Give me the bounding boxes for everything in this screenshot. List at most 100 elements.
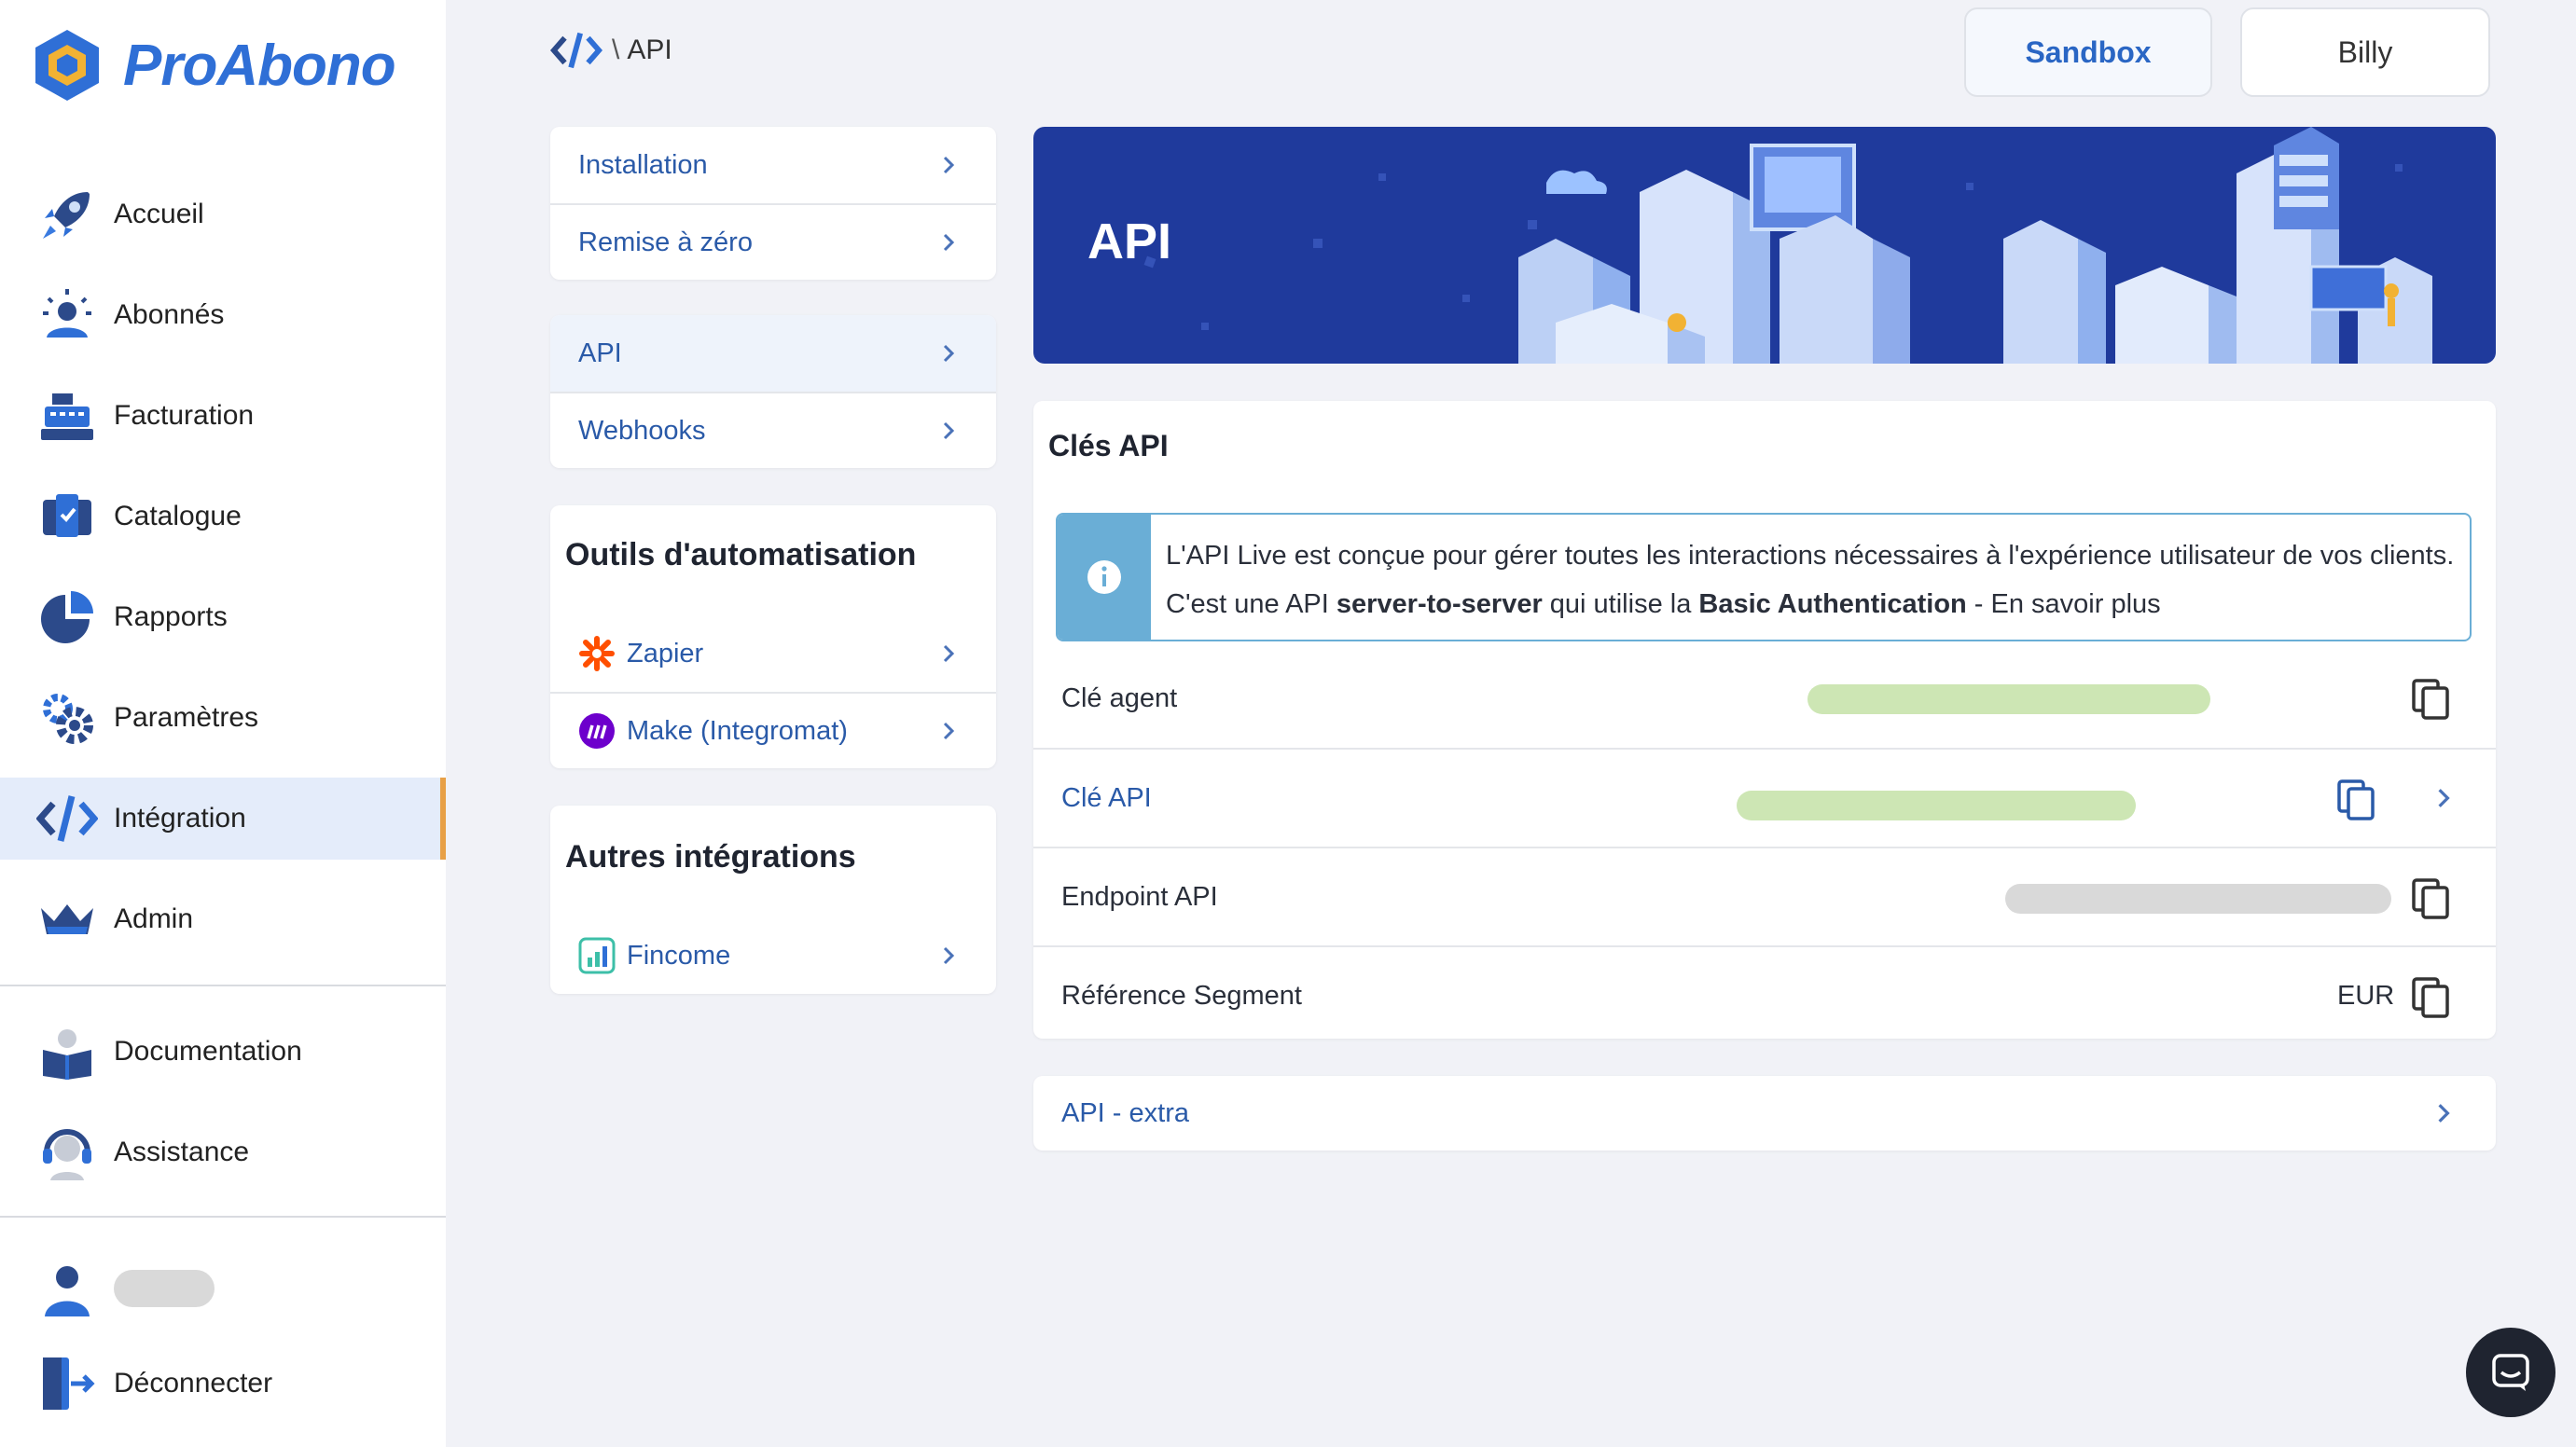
sidebar-item-label: Assistance bbox=[114, 1137, 250, 1167]
zapier-icon bbox=[579, 636, 615, 671]
endpoint-value-redacted bbox=[2005, 884, 2391, 914]
make-icon bbox=[579, 713, 615, 749]
sidebar-item-label: Rapports bbox=[114, 601, 228, 632]
banner-title: API bbox=[1087, 214, 1172, 269]
sidebar-item-rapports[interactable]: Rapports bbox=[0, 576, 446, 658]
sidebar-item-label: Facturation bbox=[114, 400, 255, 431]
logout-button[interactable]: Déconnecter bbox=[0, 1343, 446, 1425]
sidebar: ProAbono Accueil Abonnés Facturation Cat… bbox=[0, 0, 446, 1447]
chevron-right-icon bbox=[943, 233, 955, 252]
other-integrations-card: Autres intégrations Fincome bbox=[550, 806, 996, 994]
sidebar-item-abonnes[interactable]: Abonnés bbox=[0, 274, 446, 356]
user-name-redacted bbox=[114, 1270, 215, 1307]
sidebar-item-accueil[interactable]: Accueil bbox=[0, 173, 446, 255]
learn-more-link[interactable]: - En savoir plus bbox=[1967, 589, 2161, 619]
sidebar-item-assistance[interactable]: Assistance bbox=[0, 1111, 446, 1193]
endpoint-row: Endpoint API bbox=[1033, 847, 2496, 945]
chevron-right-icon bbox=[2438, 1104, 2450, 1123]
sidebar-item-catalogue[interactable]: Catalogue bbox=[0, 475, 446, 558]
info-line-1: L'API Live est conçue pour gérer toutes … bbox=[1166, 541, 2455, 571]
sidebar-item-documentation[interactable]: Documentation bbox=[0, 1011, 446, 1093]
api-keys-title: Clés API bbox=[1048, 429, 1169, 462]
subnav-label: API bbox=[578, 338, 622, 368]
api-key-value-redacted bbox=[1737, 791, 2136, 820]
subnav-installation[interactable]: Installation bbox=[550, 127, 996, 203]
endpoint-label: Endpoint API bbox=[1061, 881, 1218, 912]
sidebar-divider bbox=[0, 985, 446, 986]
catalog-icon bbox=[34, 483, 101, 550]
agent-key-label: Clé agent bbox=[1061, 682, 1178, 713]
subnav-group-setup: Installation Remise à zéro bbox=[550, 127, 996, 280]
avatar bbox=[34, 1255, 101, 1322]
sidebar-divider bbox=[0, 1216, 446, 1218]
chat-launcher-button[interactable] bbox=[2466, 1328, 2555, 1417]
info-text: L'API Live est conçue pour gérer toutes … bbox=[1151, 515, 2454, 640]
segment-reference-label: Référence Segment bbox=[1061, 980, 1302, 1011]
users-icon bbox=[34, 282, 101, 349]
other-integrations-title: Autres intégrations bbox=[565, 839, 856, 875]
subnav-label: Installation bbox=[578, 149, 708, 180]
sidebar-item-label: Catalogue bbox=[114, 501, 242, 531]
breadcrumb-current: API bbox=[627, 34, 672, 65]
chevron-right-icon bbox=[943, 644, 955, 663]
segment-reference-value: EUR bbox=[2337, 981, 2395, 1011]
info-icon bbox=[1058, 515, 1151, 640]
sidebar-item-admin[interactable]: Admin bbox=[0, 878, 446, 960]
copy-icon[interactable] bbox=[2408, 677, 2453, 722]
sidebar-item-facturation[interactable]: Facturation bbox=[0, 375, 446, 457]
sandbox-button[interactable]: Sandbox bbox=[1964, 7, 2212, 97]
sidebar-item-label: Accueil bbox=[114, 199, 204, 229]
breadcrumb-separator: \ bbox=[612, 34, 620, 65]
copy-icon[interactable] bbox=[2408, 975, 2453, 1020]
sidebar-item-label: Documentation bbox=[114, 1036, 302, 1067]
tool-zapier[interactable]: Zapier bbox=[550, 615, 996, 692]
sidebar-item-label: Intégration bbox=[114, 803, 246, 834]
subnav-webhooks[interactable]: Webhooks bbox=[550, 392, 996, 468]
info-line-2: C'est une API server-to-server qui utili… bbox=[1166, 589, 2161, 619]
gear-icon bbox=[34, 684, 101, 751]
tool-label: Fincome bbox=[627, 940, 731, 971]
cash-register-icon bbox=[34, 382, 101, 449]
tool-fincome[interactable]: Fincome bbox=[550, 917, 996, 994]
logout-label: Déconnecter bbox=[114, 1368, 273, 1399]
segment-reference-row: Référence Segment EUR bbox=[1033, 945, 2496, 1044]
crown-icon bbox=[34, 886, 101, 953]
api-extra-label: API - extra bbox=[1061, 1097, 1189, 1128]
logout-icon bbox=[34, 1350, 101, 1417]
api-extra-row[interactable]: API - extra bbox=[1033, 1076, 2496, 1151]
isometric-city-illustration bbox=[1143, 127, 2432, 364]
breadcrumb: \ API bbox=[550, 32, 672, 69]
code-icon bbox=[34, 785, 101, 852]
rocket-icon bbox=[34, 181, 101, 248]
chevron-right-icon bbox=[943, 344, 955, 363]
sidebar-item-label: Abonnés bbox=[114, 299, 225, 330]
tool-label: Zapier bbox=[627, 638, 704, 668]
book-icon bbox=[34, 1018, 101, 1085]
api-key-row[interactable]: Clé API bbox=[1033, 748, 2496, 847]
subnav-label: Remise à zéro bbox=[578, 227, 753, 257]
chevron-right-icon bbox=[943, 722, 955, 740]
copy-icon[interactable] bbox=[2408, 876, 2453, 921]
chevron-right-icon bbox=[943, 946, 955, 965]
info-box: L'API Live est conçue pour gérer toutes … bbox=[1056, 513, 2472, 641]
account-button[interactable]: Billy bbox=[2240, 7, 2490, 97]
tool-make[interactable]: Make (Integromat) bbox=[550, 692, 996, 768]
pie-chart-icon bbox=[34, 584, 101, 651]
subnav-remise-a-zero[interactable]: Remise à zéro bbox=[550, 203, 996, 280]
agent-key-value-redacted bbox=[1807, 684, 2210, 714]
sidebar-item-label: Paramètres bbox=[114, 702, 259, 733]
sidebar-item-integration[interactable]: Intégration bbox=[0, 778, 446, 860]
api-banner: API bbox=[1033, 127, 2496, 364]
api-key-label: Clé API bbox=[1061, 782, 1152, 813]
brand-name: ProAbono bbox=[123, 33, 396, 98]
brand-logo[interactable]: ProAbono bbox=[34, 28, 396, 103]
code-icon[interactable] bbox=[550, 32, 602, 69]
chat-icon bbox=[2492, 1354, 2529, 1391]
copy-icon[interactable] bbox=[2334, 778, 2378, 822]
chevron-right-icon bbox=[943, 156, 955, 174]
user-profile[interactable] bbox=[0, 1247, 446, 1330]
agent-key-row: Clé agent bbox=[1033, 649, 2496, 748]
sidebar-item-parametres[interactable]: Paramètres bbox=[0, 677, 446, 759]
subnav-api[interactable]: API bbox=[550, 315, 996, 392]
tool-label: Make (Integromat) bbox=[627, 715, 848, 746]
